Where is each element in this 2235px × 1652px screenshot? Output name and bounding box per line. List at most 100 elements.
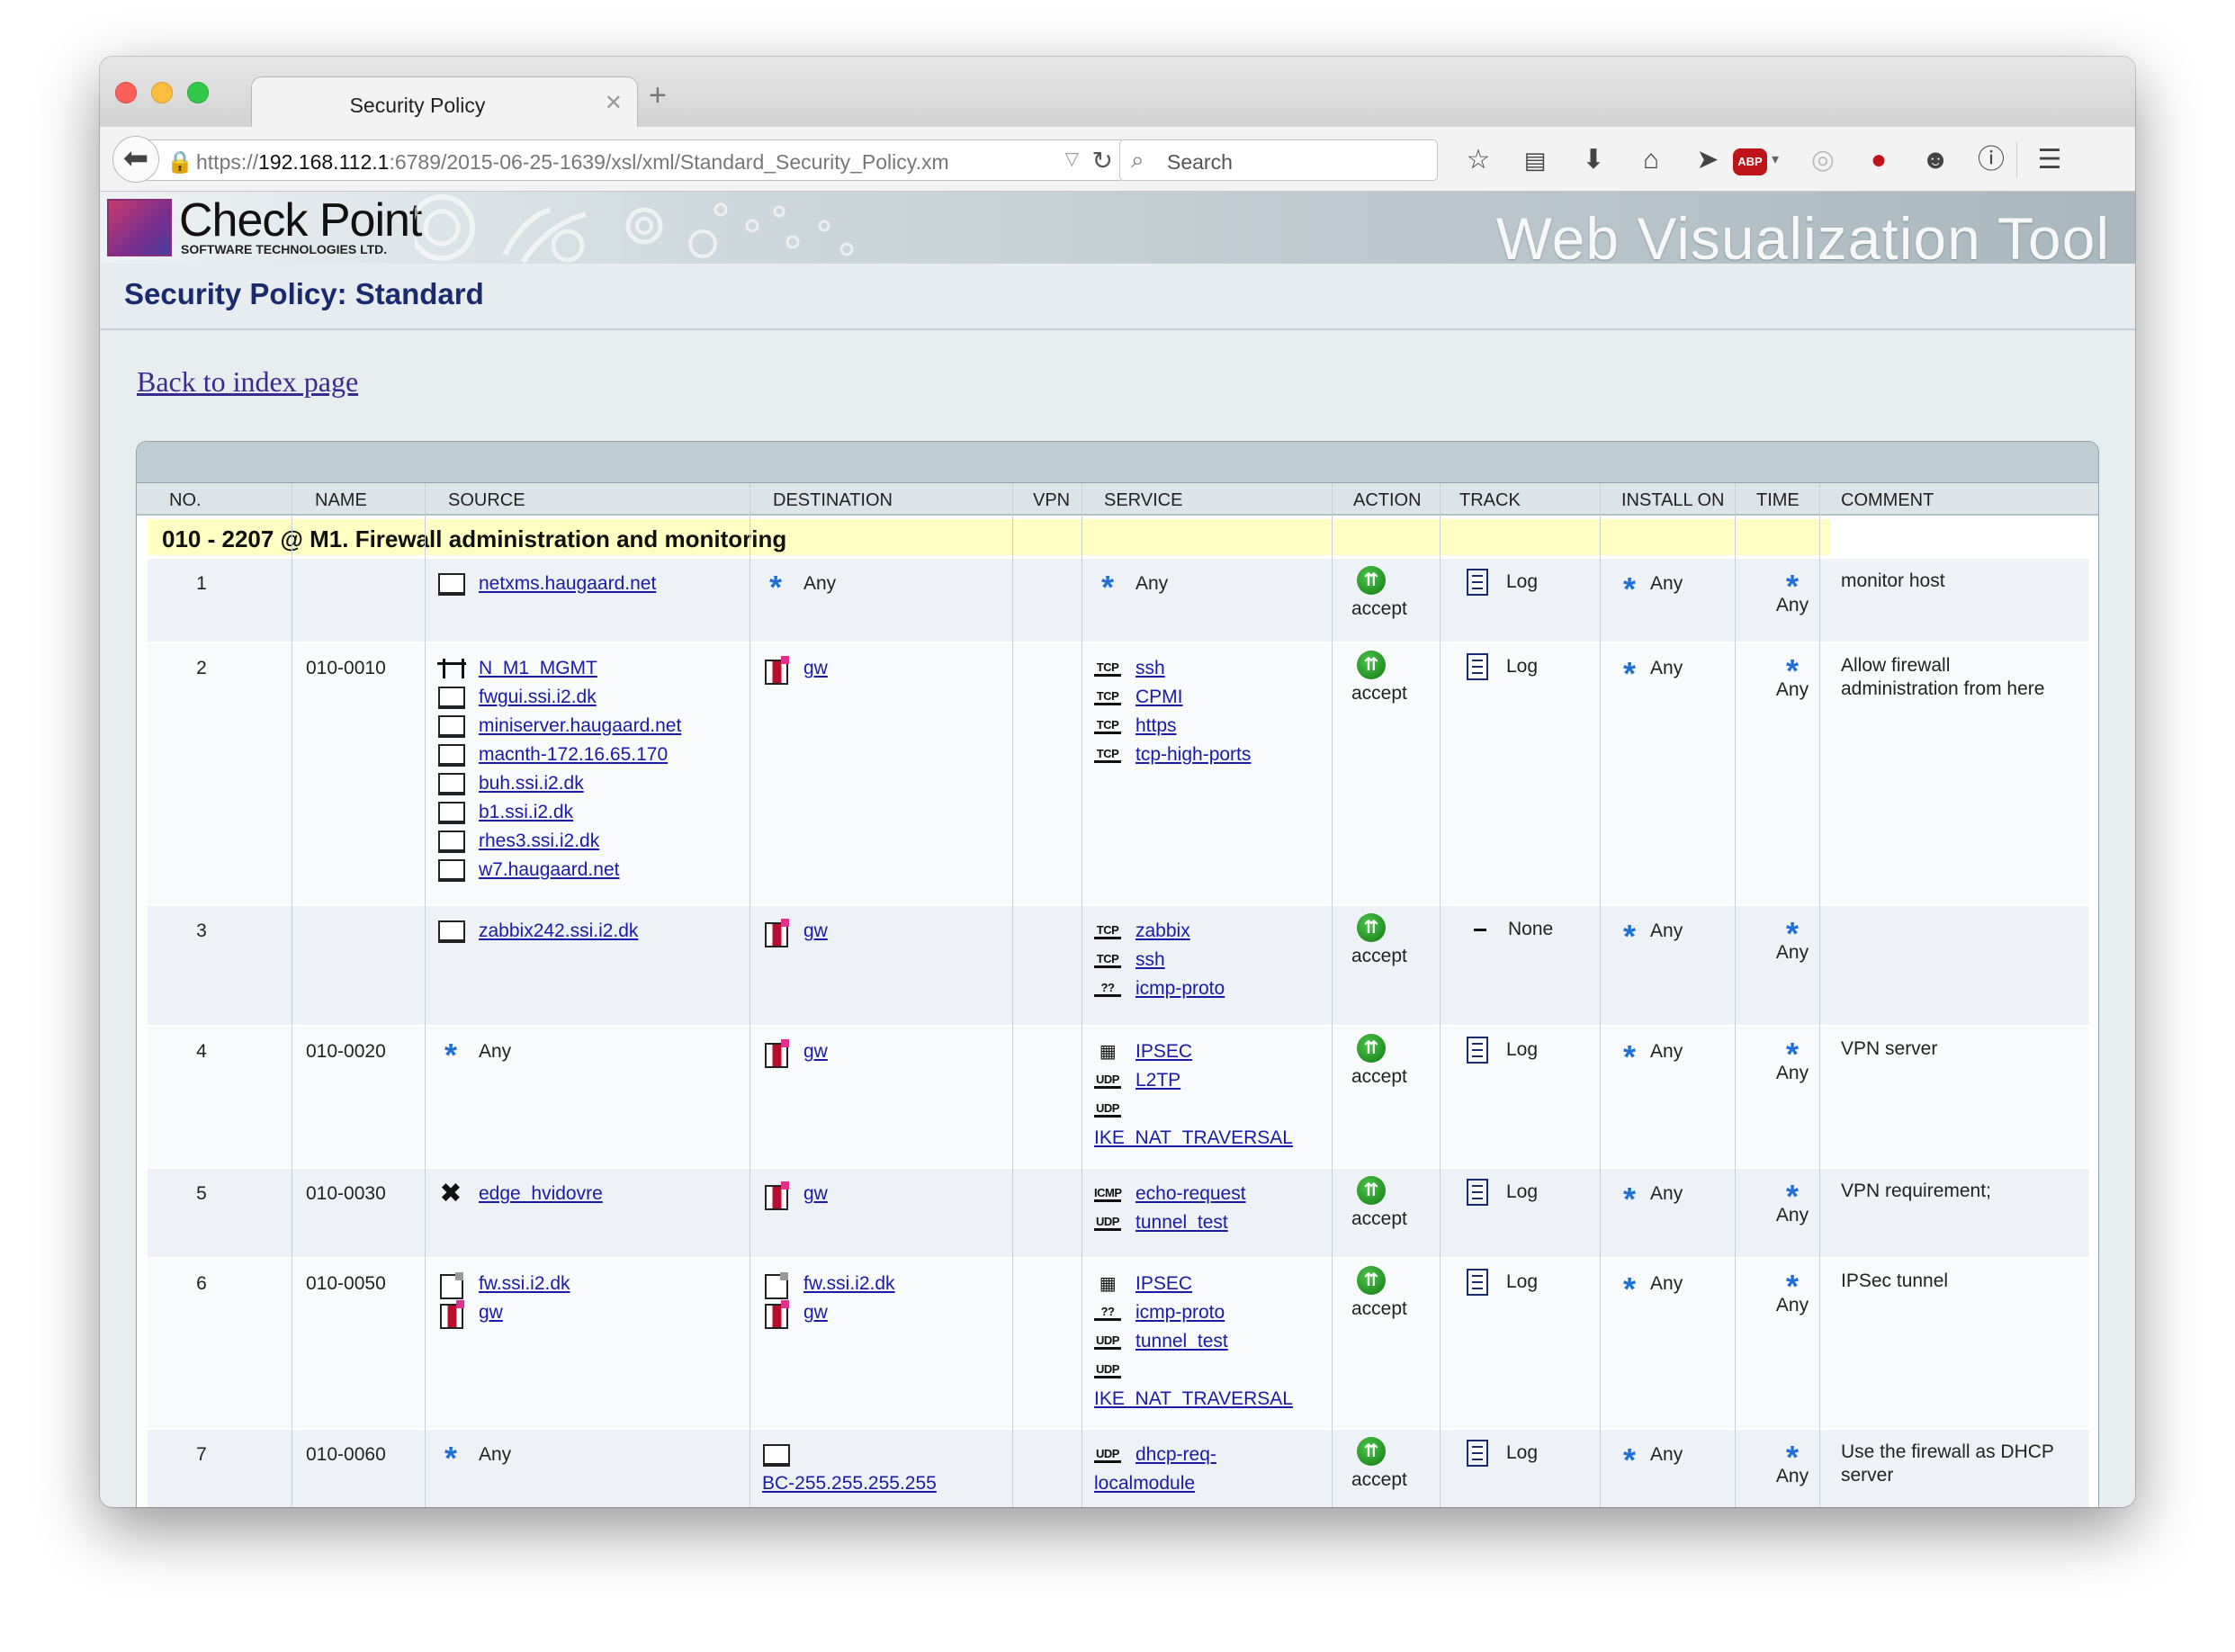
service-label[interactable]: tunnel_test xyxy=(1135,1212,1228,1233)
track-cell: Log xyxy=(1467,652,1538,681)
service-item: UDP dhcp-req- xyxy=(1094,1441,1216,1469)
service-item: UDP xyxy=(1094,1095,1293,1124)
source-object-label[interactable]: edge_hvidovre xyxy=(479,1183,603,1204)
minimize-window-button[interactable] xyxy=(151,82,173,103)
chat-icon[interactable]: ☻ xyxy=(1917,145,1953,175)
home-icon[interactable]: ⌂ xyxy=(1633,145,1669,175)
accept-icon-wrap: ⇈ xyxy=(1351,651,1407,679)
table-row: 2 010-0010 N_M1_MGMT fwgui.ssi.i2.dk miniser… xyxy=(148,643,2089,904)
source-cell: N_M1_MGMT fwgui.ssi.i2.dk miniserver.hauga… xyxy=(437,654,681,884)
search-box[interactable]: ⌕ Search xyxy=(1119,139,1438,181)
accept-icon-wrap: ⇈ xyxy=(1351,913,1407,942)
close-window-button[interactable] xyxy=(115,82,137,103)
tab-security-policy[interactable]: Security Policy ✕ xyxy=(251,76,638,129)
service-item: TCP zabbix xyxy=(1094,917,1225,946)
destination-object-label[interactable]: gw xyxy=(803,1183,828,1204)
adblock-dropdown-icon[interactable]: ▾ xyxy=(1772,150,1779,168)
new-tab-button[interactable]: + xyxy=(649,78,667,113)
table-row: 1 netxms.haugaard.net * Any * Any ⇈ accept Log * A… xyxy=(148,559,2089,642)
host-icon xyxy=(437,714,465,739)
logo-name: Check Point xyxy=(179,194,422,247)
service-item: TCP ssh xyxy=(1094,654,1251,683)
back-button[interactable]: ⬅ xyxy=(112,136,159,183)
bookmark-star-icon[interactable]: ☆ xyxy=(1460,145,1496,175)
service-label[interactable]: IPSEC xyxy=(1135,1273,1192,1294)
source-object-label[interactable]: N_M1_MGMT xyxy=(479,658,597,678)
back-to-index-link[interactable]: Back to index page xyxy=(137,365,358,399)
source-cell: zabbix242.ssi.i2.dk xyxy=(437,917,638,946)
source-object-label[interactable]: b1.ssi.i2.dk xyxy=(479,802,573,822)
service-label[interactable]: IPSEC xyxy=(1135,1041,1192,1062)
service-unknownunknown-icon: ?? xyxy=(1094,981,1121,998)
source-object-label[interactable]: miniserver.haugaard.net xyxy=(479,715,681,736)
adblock-icon[interactable]: ABP xyxy=(1733,148,1767,175)
service-label[interactable]: localmodule xyxy=(1094,1473,1195,1494)
navigation-bar: 🔒 https://192.168.112.1:6789/2015-06-25-… xyxy=(100,127,2135,192)
service-label[interactable]: CPMI xyxy=(1135,687,1183,707)
service-item: UDP xyxy=(1094,1356,1293,1385)
source-object-label[interactable]: rhes3.ssi.i2.dk xyxy=(479,830,599,851)
url-dropdown-icon[interactable]: ▽ xyxy=(1065,148,1079,170)
service-label[interactable]: tunnel_test xyxy=(1135,1331,1228,1351)
source-object-label[interactable]: fw.ssi.i2.dk xyxy=(479,1273,570,1294)
url-bar[interactable]: 🔒 https://192.168.112.1:6789/2015-06-25-… xyxy=(147,139,1125,181)
col-header-install-on: INSTALL ON xyxy=(1621,490,1725,510)
service-label[interactable]: icmp-proto xyxy=(1135,1302,1225,1323)
rule-name: 010-0060 xyxy=(306,1444,386,1465)
destination-item: gw xyxy=(762,917,828,948)
service-label[interactable]: IKE_NAT_TRAVERSAL xyxy=(1094,1388,1293,1409)
destination-object-label[interactable]: gw xyxy=(803,658,828,678)
service-label[interactable]: ssh xyxy=(1135,658,1165,678)
service-label[interactable]: zabbix xyxy=(1135,920,1190,941)
install-on-cell: * Any xyxy=(1623,1180,1683,1216)
track-label: Log xyxy=(1506,656,1539,677)
service-label[interactable]: https xyxy=(1135,715,1177,736)
destination-object-label[interactable]: gw xyxy=(803,1302,828,1323)
send-icon[interactable]: ➤ xyxy=(1690,145,1726,175)
reload-icon[interactable]: ↻ xyxy=(1092,146,1113,175)
destination-object-label[interactable]: gw xyxy=(803,920,828,941)
service-label[interactable]: dhcp-req- xyxy=(1135,1444,1216,1465)
service-object-label: Any xyxy=(1135,573,1169,594)
host-icon xyxy=(437,743,465,768)
track-cell: Log xyxy=(1467,1036,1538,1064)
destination-object-label[interactable]: fw.ssi.i2.dk xyxy=(803,1273,895,1294)
source-object-label[interactable]: gw xyxy=(479,1302,503,1323)
zoom-window-button[interactable] xyxy=(187,82,209,103)
download-icon[interactable]: ⬇ xyxy=(1575,145,1611,175)
destination-object-label[interactable]: BC-255.255.255.255 xyxy=(762,1473,937,1494)
source-object-label[interactable]: fwgui.ssi.i2.dk xyxy=(479,687,597,707)
service-label[interactable]: L2TP xyxy=(1135,1070,1180,1091)
extension-flame-icon[interactable]: ● xyxy=(1861,145,1897,175)
source-object-label[interactable]: zabbix242.ssi.i2.dk xyxy=(479,920,638,941)
service-label[interactable]: IKE_NAT_TRAVERSAL xyxy=(1094,1127,1293,1148)
service-unknownunknown-icon: ?? xyxy=(1094,1305,1121,1322)
source-cell: netxms.haugaard.net xyxy=(437,570,656,598)
table-top-bar xyxy=(137,442,2098,483)
service-label[interactable]: tcp-high-ports xyxy=(1135,744,1251,765)
gateway-icon xyxy=(762,1039,789,1069)
extension-spinner-icon[interactable]: ◎ xyxy=(1805,145,1841,175)
url-text[interactable]: https://192.168.112.1:6789/2015-06-25-16… xyxy=(196,150,949,175)
col-header-time: TIME xyxy=(1756,490,1800,510)
source-object-label[interactable]: w7.haugaard.net xyxy=(479,859,619,880)
banner-decoration xyxy=(415,194,854,264)
service-item: TCP ssh xyxy=(1094,946,1225,974)
none-icon xyxy=(1474,928,1486,931)
source-object-label[interactable]: netxms.haugaard.net xyxy=(479,573,656,594)
time-label: Any xyxy=(1775,1466,1809,1486)
source-object-label[interactable]: macnth-172.16.65.170 xyxy=(479,744,668,765)
reading-list-icon[interactable]: ▤ xyxy=(1517,145,1553,175)
firewall-icon xyxy=(762,1272,789,1300)
service-item: IKE_NAT_TRAVERSAL xyxy=(1094,1385,1293,1414)
source-object-label[interactable]: buh.ssi.i2.dk xyxy=(479,773,584,794)
service-label[interactable]: ssh xyxy=(1135,949,1165,970)
tab-close-icon[interactable]: ✕ xyxy=(605,90,623,116)
destination-object-label[interactable]: gw xyxy=(803,1041,828,1062)
action-label: accept xyxy=(1351,1469,1407,1490)
host-icon xyxy=(437,858,465,883)
service-label[interactable]: echo-request xyxy=(1135,1183,1246,1204)
service-label[interactable]: icmp-proto xyxy=(1135,978,1225,999)
info-icon[interactable]: ⓘ xyxy=(1973,145,2009,175)
menu-icon[interactable]: ☰ xyxy=(2032,145,2068,175)
